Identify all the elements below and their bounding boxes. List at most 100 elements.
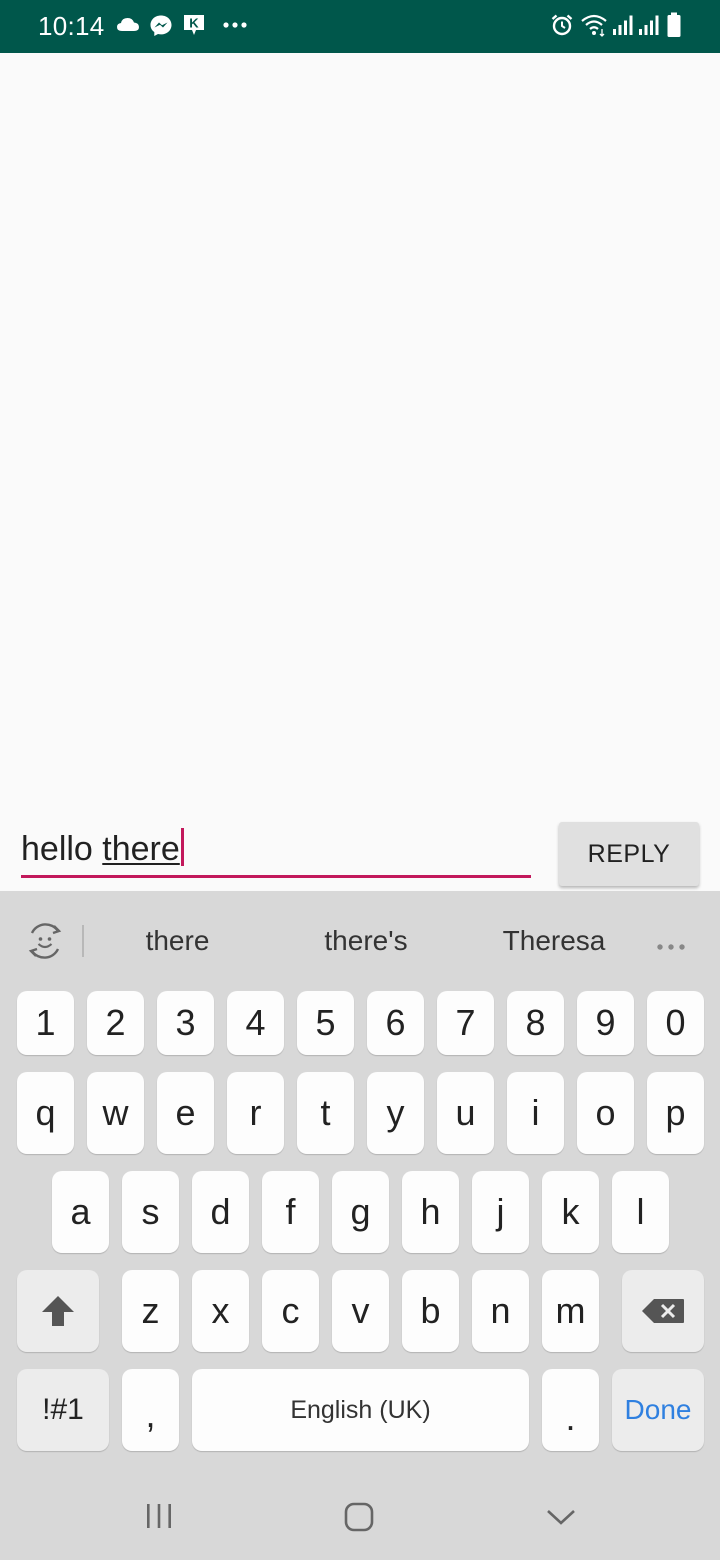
key-label: 6 bbox=[385, 1002, 406, 1043]
recent-apps-icon[interactable] bbox=[144, 1501, 174, 1536]
key-b[interactable]: b bbox=[402, 1270, 459, 1352]
key-label: 1 bbox=[35, 1002, 56, 1043]
status-time: 10:14 bbox=[38, 11, 105, 41]
key-label: y bbox=[386, 1092, 405, 1133]
key-z[interactable]: z bbox=[122, 1270, 179, 1352]
suggestion-2[interactable]: there's bbox=[285, 921, 447, 961]
text-cursor bbox=[180, 828, 184, 866]
key-e[interactable]: e bbox=[157, 1072, 214, 1154]
back-icon[interactable] bbox=[545, 1501, 577, 1538]
key-w[interactable]: w bbox=[87, 1072, 144, 1154]
key-j[interactable]: j bbox=[472, 1171, 529, 1253]
shift-key[interactable] bbox=[17, 1270, 99, 1352]
done-key[interactable]: Done bbox=[612, 1369, 704, 1451]
key-k[interactable]: k bbox=[542, 1171, 599, 1253]
content-area bbox=[0, 53, 720, 891]
key-9[interactable]: 9 bbox=[577, 991, 634, 1055]
key-q[interactable]: q bbox=[17, 1072, 74, 1154]
comma-key[interactable]: , bbox=[122, 1369, 179, 1451]
key-label: r bbox=[249, 1092, 262, 1133]
key-f[interactable]: f bbox=[262, 1171, 319, 1253]
key-u[interactable]: u bbox=[437, 1072, 494, 1154]
svg-text:K: K bbox=[189, 16, 199, 31]
key-d[interactable]: d bbox=[192, 1171, 249, 1253]
key-m[interactable]: m bbox=[542, 1270, 599, 1352]
key-0[interactable]: 0 bbox=[647, 991, 704, 1055]
key-label: 9 bbox=[595, 1002, 616, 1043]
typed-text: hello bbox=[21, 830, 103, 868]
symbols-key[interactable]: !#1 bbox=[17, 1369, 109, 1451]
key-label: j bbox=[496, 1191, 505, 1232]
key-o[interactable]: o bbox=[577, 1072, 634, 1154]
battery-icon bbox=[666, 12, 682, 38]
key-c[interactable]: c bbox=[262, 1270, 319, 1352]
key-label: g bbox=[350, 1191, 371, 1232]
key-label: English (UK) bbox=[290, 1396, 431, 1424]
key-label: . bbox=[565, 1397, 576, 1438]
signal-icon bbox=[638, 14, 660, 36]
key-label: p bbox=[665, 1092, 686, 1133]
kik-icon: K bbox=[182, 13, 206, 37]
suggestion-bar: there there's Theresa bbox=[0, 891, 720, 989]
key-label: 2 bbox=[105, 1002, 126, 1043]
composing-word: there bbox=[102, 830, 180, 868]
suggestion-1[interactable]: there bbox=[100, 921, 255, 961]
key-label: u bbox=[455, 1092, 476, 1133]
key-label: k bbox=[561, 1191, 580, 1232]
key-label: s bbox=[141, 1191, 160, 1232]
key-8[interactable]: 8 bbox=[507, 991, 564, 1055]
key-n[interactable]: n bbox=[472, 1270, 529, 1352]
wifi-icon bbox=[580, 13, 608, 37]
key-2[interactable]: 2 bbox=[87, 991, 144, 1055]
cloud-icon bbox=[116, 16, 140, 32]
key-7[interactable]: 7 bbox=[437, 991, 494, 1055]
key-g[interactable]: g bbox=[332, 1171, 389, 1253]
key-4[interactable]: 4 bbox=[227, 991, 284, 1055]
reply-input[interactable]: hello there bbox=[21, 820, 531, 878]
home-icon[interactable] bbox=[343, 1501, 375, 1538]
key-label: b bbox=[420, 1290, 441, 1331]
key-label: m bbox=[555, 1290, 586, 1331]
period-key[interactable]: . bbox=[542, 1369, 599, 1451]
key-v[interactable]: v bbox=[332, 1270, 389, 1352]
key-s[interactable]: s bbox=[122, 1171, 179, 1253]
navigation-bar bbox=[0, 1475, 720, 1560]
key-label: f bbox=[285, 1191, 296, 1232]
key-label: e bbox=[175, 1092, 196, 1133]
reply-button[interactable]: REPLY bbox=[559, 822, 699, 886]
key-label: n bbox=[490, 1290, 511, 1331]
key-1[interactable]: 1 bbox=[17, 991, 74, 1055]
key-label: 3 bbox=[175, 1002, 196, 1043]
key-5[interactable]: 5 bbox=[297, 991, 354, 1055]
space-key[interactable]: English (UK) bbox=[192, 1369, 529, 1451]
key-a[interactable]: a bbox=[52, 1171, 109, 1253]
key-label: 5 bbox=[315, 1002, 336, 1043]
key-label: 4 bbox=[245, 1002, 266, 1043]
key-label: t bbox=[320, 1092, 331, 1133]
key-label: 8 bbox=[525, 1002, 546, 1043]
key-t[interactable]: t bbox=[297, 1072, 354, 1154]
suggestion-3[interactable]: Theresa bbox=[470, 921, 638, 961]
signal-icon bbox=[612, 14, 634, 36]
key-l[interactable]: l bbox=[612, 1171, 669, 1253]
key-label: h bbox=[420, 1191, 441, 1232]
backspace-key[interactable] bbox=[622, 1270, 704, 1352]
messenger-icon bbox=[149, 14, 173, 38]
key-h[interactable]: h bbox=[402, 1171, 459, 1253]
key-r[interactable]: r bbox=[227, 1072, 284, 1154]
more-notifications-icon bbox=[222, 21, 248, 29]
key-p[interactable]: p bbox=[647, 1072, 704, 1154]
key-label: i bbox=[531, 1092, 540, 1133]
keyboard: there there's Theresa 1 2 3 4 5 6 7 8 9 … bbox=[0, 891, 720, 1560]
key-label: a bbox=[70, 1191, 91, 1232]
key-x[interactable]: x bbox=[192, 1270, 249, 1352]
emoji-icon[interactable] bbox=[24, 921, 66, 966]
key-6[interactable]: 6 bbox=[367, 991, 424, 1055]
key-y[interactable]: y bbox=[367, 1072, 424, 1154]
key-label: z bbox=[141, 1290, 160, 1331]
key-3[interactable]: 3 bbox=[157, 991, 214, 1055]
key-label: 0 bbox=[665, 1002, 686, 1043]
key-label: v bbox=[351, 1290, 370, 1331]
more-options-icon[interactable] bbox=[656, 927, 686, 959]
key-i[interactable]: i bbox=[507, 1072, 564, 1154]
